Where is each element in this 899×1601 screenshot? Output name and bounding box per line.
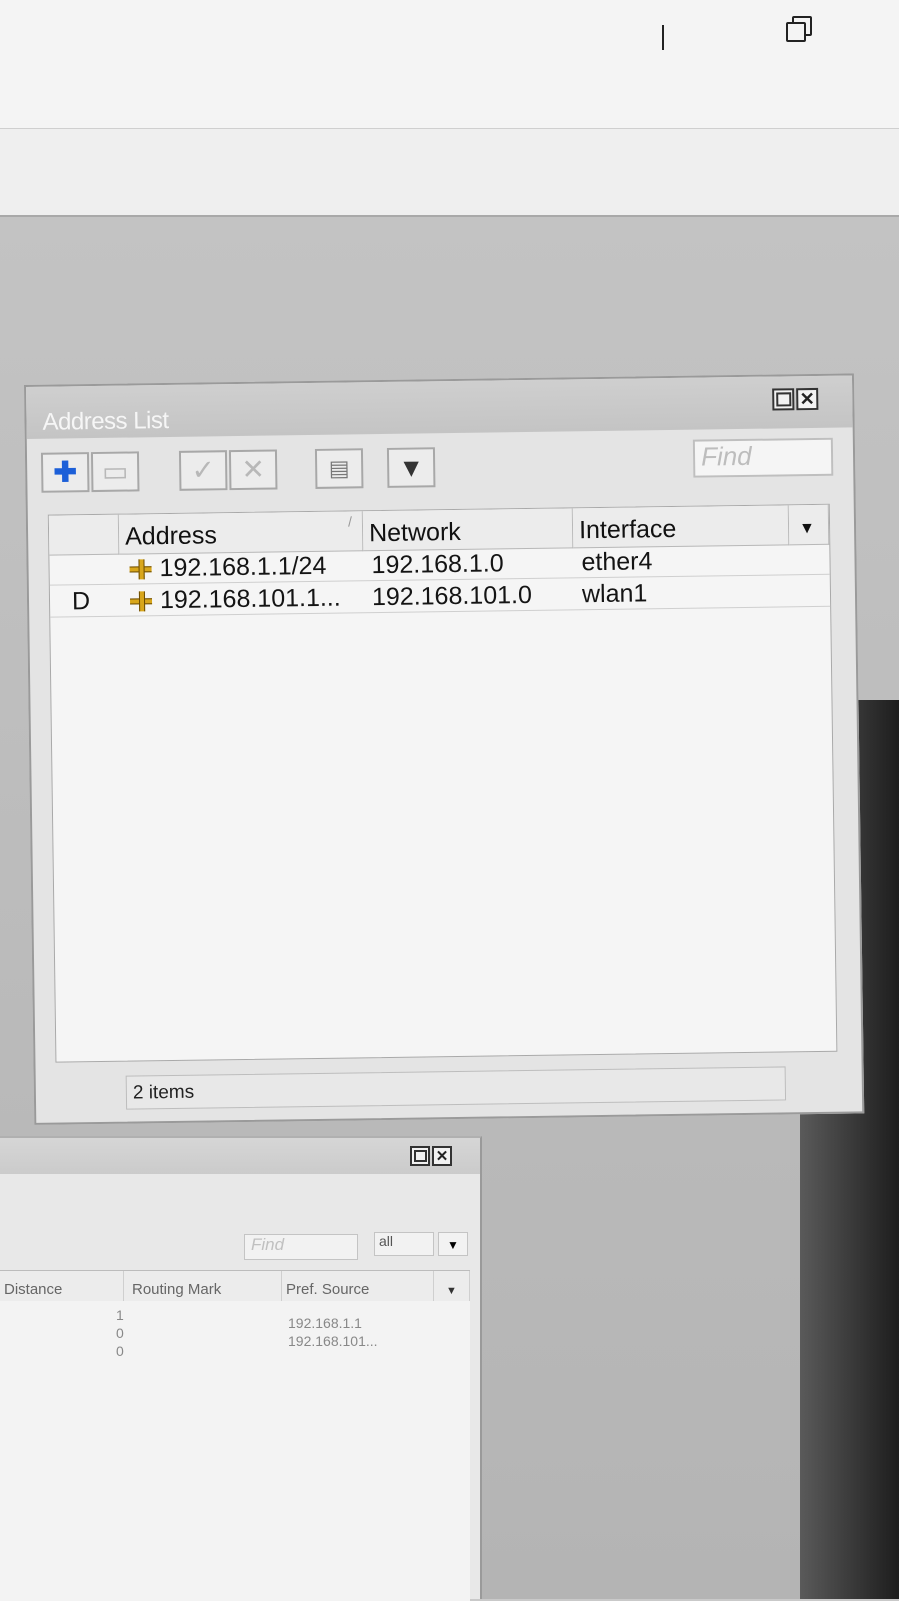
check-icon: ✓ xyxy=(191,454,216,486)
column-header-pref-source[interactable]: Pref. Source xyxy=(282,1271,434,1301)
row-interface: wlan1 xyxy=(581,579,648,609)
chevron-down-icon: ▼ xyxy=(447,1238,459,1252)
row-network: 192.168.101.0 xyxy=(371,580,533,612)
window-title: Address List xyxy=(42,406,169,436)
maximize-button[interactable] xyxy=(772,388,795,411)
row-distance: 1 xyxy=(116,1307,124,1323)
minimize-button[interactable] xyxy=(640,10,700,50)
host-menu-strip xyxy=(0,129,899,217)
row-distance: 0 xyxy=(116,1325,124,1341)
host-title-bar xyxy=(0,0,899,129)
row-flag: D xyxy=(71,587,91,616)
maximize-icon xyxy=(413,1150,427,1162)
note-icon: ▤ xyxy=(328,455,350,481)
window-controls: ✕ xyxy=(410,1146,452,1166)
sort-icon: / xyxy=(347,513,353,530)
maximize-icon xyxy=(775,392,791,407)
row-network: 192.168.1.0 xyxy=(371,549,504,580)
close-icon: ✕ xyxy=(435,1147,449,1165)
column-header-distance[interactable]: Distance xyxy=(0,1271,124,1301)
row-pref-source: 192.168.1.1 xyxy=(288,1315,362,1331)
maximize-button[interactable] xyxy=(410,1146,430,1166)
chevron-down-icon: ▼ xyxy=(446,1285,457,1297)
chevron-down-icon: ▼ xyxy=(798,519,816,538)
find-input[interactable]: Find xyxy=(692,437,834,478)
filter-select[interactable]: all xyxy=(374,1232,434,1256)
restore-icon-front xyxy=(786,22,806,42)
minus-icon: ▭ xyxy=(101,455,129,487)
close-icon: ✕ xyxy=(799,388,815,410)
column-header-interface[interactable]: Interface xyxy=(572,505,790,549)
window-controls: ✕ xyxy=(772,387,819,411)
column-header-network[interactable]: Network xyxy=(362,508,574,552)
column-menu-button[interactable]: ▼ xyxy=(788,504,830,546)
column-header-flag[interactable] xyxy=(48,514,120,556)
status-bar: 2 items xyxy=(125,1066,787,1110)
address-header-label: Address xyxy=(124,521,218,551)
add-button[interactable]: ✚ xyxy=(40,452,90,493)
address-value: 192.168.101.1... xyxy=(159,583,341,615)
plus-icon: ✚ xyxy=(53,456,78,488)
address-list-window: Address List ✕ ✚ ▭ ✓ ✕ ▤ ▼ Find Address /… xyxy=(24,373,865,1125)
address-icon xyxy=(129,559,152,580)
address-value: 192.168.1.1/24 xyxy=(159,551,327,583)
close-button[interactable]: ✕ xyxy=(432,1146,452,1166)
address-list-title-bar[interactable]: Address List ✕ xyxy=(26,375,853,439)
find-input[interactable]: Find xyxy=(244,1234,358,1260)
x-icon: ✕ xyxy=(241,453,266,485)
route-list-title-bar[interactable]: ✕ xyxy=(0,1138,480,1174)
column-header-address[interactable]: Address / xyxy=(118,511,364,555)
row-distance: 0 xyxy=(116,1343,124,1359)
row-address: 192.168.101.1... xyxy=(129,583,341,616)
close-button[interactable]: ✕ xyxy=(796,387,819,411)
row-address: 192.168.1.1/24 xyxy=(129,551,327,584)
filter-icon: ▼ xyxy=(398,452,425,483)
remove-button[interactable]: ▭ xyxy=(90,451,140,493)
comment-button[interactable]: ▤ xyxy=(314,448,364,489)
route-table: Distance Routing Mark Pref. Source ▼ 1 0… xyxy=(0,1270,470,1601)
address-icon xyxy=(129,591,153,612)
disable-button[interactable]: ✕ xyxy=(228,449,278,491)
column-header-routing-mark[interactable]: Routing Mark xyxy=(124,1271,282,1301)
enable-button[interactable]: ✓ xyxy=(178,450,228,491)
minimize-icon xyxy=(662,25,664,50)
route-list-window: ✕ Find all ▼ Distance Routing Mark Pref.… xyxy=(0,1136,482,1601)
address-table: Address / Network Interface ▼ 192.168.1.1… xyxy=(47,503,838,1063)
row-interface: ether4 xyxy=(581,547,653,577)
item-count: 2 items xyxy=(132,1081,195,1104)
restore-button[interactable] xyxy=(780,12,820,48)
filter-button[interactable]: ▼ xyxy=(386,447,436,488)
filter-select-arrow[interactable]: ▼ xyxy=(438,1232,468,1256)
row-pref-source: 192.168.101... xyxy=(288,1333,378,1349)
column-menu-button[interactable]: ▼ xyxy=(434,1271,470,1301)
